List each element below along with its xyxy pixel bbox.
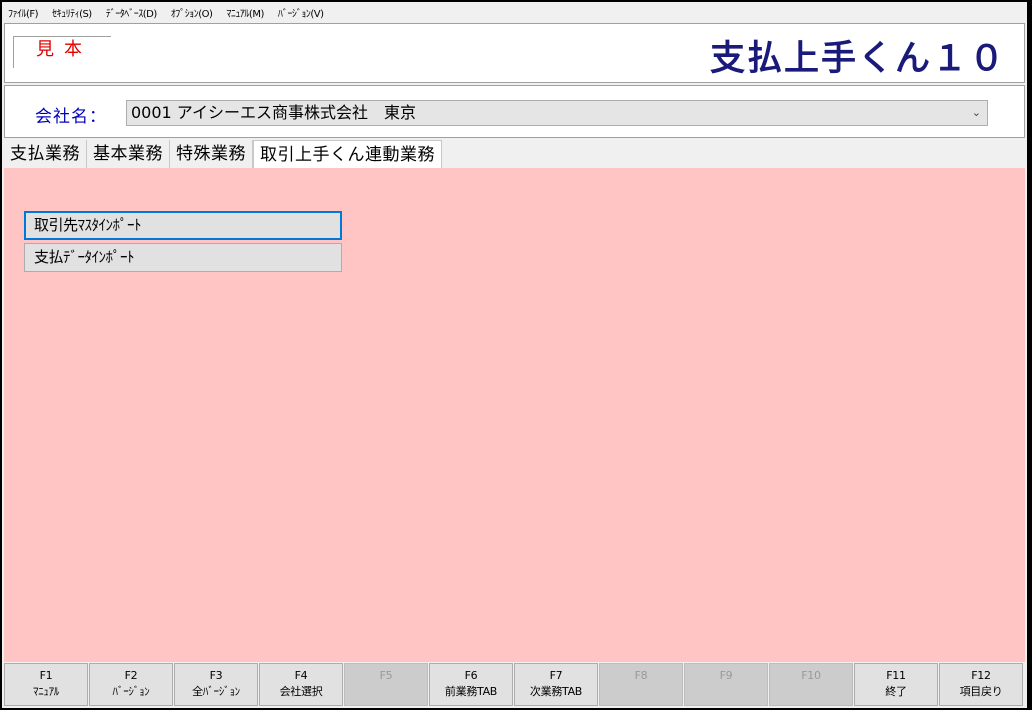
f6-key: F6 xyxy=(464,669,478,682)
tab-bar: 支払業務 基本業務 特殊業務 取引上手くん連動業務 xyxy=(4,140,442,168)
menu-file[interactable]: ﾌｧｲﾙ(F) xyxy=(8,5,39,20)
menu-manual[interactable]: ﾏﾆｭｱﾙ(M) xyxy=(226,5,264,20)
menu-options[interactable]: ｵﾌﾟｼｮﾝ(O) xyxy=(171,5,213,20)
menu-version[interactable]: ﾊﾞｰｼﾞｮﾝ(V) xyxy=(278,5,324,20)
f4-button[interactable]: F4 会社選択 xyxy=(259,663,343,706)
tab-content: 取引先ﾏｽﾀｲﾝﾎﾟｰﾄ 支払ﾃﾞｰﾀｲﾝﾎﾟｰﾄ xyxy=(4,168,1025,662)
f12-button[interactable]: F12 項目戻り xyxy=(939,663,1023,706)
f1-label: ﾏﾆｭｱﾙ xyxy=(33,685,59,698)
chevron-down-icon[interactable]: ⌄ xyxy=(972,101,981,125)
f9-key: F9 xyxy=(719,669,733,682)
f8-key: F8 xyxy=(634,669,648,682)
f7-label: 次業務TAB xyxy=(529,685,583,698)
company-select-value: 0001 アイシーエス商事株式会社 東京 xyxy=(131,103,417,122)
f7-button[interactable]: F7 次業務TAB xyxy=(514,663,598,706)
f7-key: F7 xyxy=(549,669,563,682)
f5-button[interactable]: F5 xyxy=(344,663,428,706)
f6-button[interactable]: F6 前業務TAB xyxy=(429,663,513,706)
supplier-master-import-button[interactable]: 取引先ﾏｽﾀｲﾝﾎﾟｰﾄ xyxy=(24,211,342,240)
app-window: ﾌｧｲﾙ(F) ｾｷｭﾘﾃｨ(S) ﾃﾞｰﾀﾍﾞｰｽ(D) ｵﾌﾟｼｮﾝ(O) … xyxy=(2,2,1027,708)
menu-database[interactable]: ﾃﾞｰﾀﾍﾞｰｽ(D) xyxy=(106,5,158,20)
f2-label: ﾊﾞｰｼﾞｮﾝ xyxy=(112,685,150,698)
f11-key: F11 xyxy=(886,669,906,682)
f1-button[interactable]: F1 ﾏﾆｭｱﾙ xyxy=(4,663,88,706)
f6-label: 前業務TAB xyxy=(444,685,498,698)
tab-linked-operations[interactable]: 取引上手くん連動業務 xyxy=(253,140,442,168)
sample-label: 見本 xyxy=(13,36,111,68)
function-key-bar: F1 ﾏﾆｭｱﾙ F2 ﾊﾞｰｼﾞｮﾝ F3 全ﾊﾞｰｼﾞｮﾝ F4 会社選択 F5 F… xyxy=(4,663,1025,706)
company-row: 会社名： 0001 アイシーエス商事株式会社 東京 ⌄ xyxy=(4,85,1025,138)
f4-key: F4 xyxy=(294,669,308,682)
f12-key: F12 xyxy=(971,669,991,682)
tab-special-operations[interactable]: 特殊業務 xyxy=(170,140,253,168)
tab-payment-operations[interactable]: 支払業務 xyxy=(4,140,87,168)
f2-button[interactable]: F2 ﾊﾞｰｼﾞｮﾝ xyxy=(89,663,173,706)
company-select[interactable]: 0001 アイシーエス商事株式会社 東京 ⌄ xyxy=(126,100,988,126)
f11-button[interactable]: F11 終了 xyxy=(854,663,938,706)
f5-key: F5 xyxy=(379,669,393,682)
f8-button[interactable]: F8 xyxy=(599,663,683,706)
f2-key: F2 xyxy=(124,669,138,682)
f9-button[interactable]: F9 xyxy=(684,663,768,706)
f12-label: 項目戻り xyxy=(959,685,1003,698)
f1-key: F1 xyxy=(39,669,53,682)
menu-bar: ﾌｧｲﾙ(F) ｾｷｭﾘﾃｨ(S) ﾃﾞｰﾀﾍﾞｰｽ(D) ｵﾌﾟｼｮﾝ(O) … xyxy=(2,2,1027,22)
f3-key: F3 xyxy=(209,669,223,682)
payment-data-import-button[interactable]: 支払ﾃﾞｰﾀｲﾝﾎﾟｰﾄ xyxy=(24,243,342,272)
f10-key: F10 xyxy=(801,669,821,682)
header-panel: 見本 支払上手くん１０ xyxy=(4,23,1025,83)
f3-label: 全ﾊﾞｰｼﾞｮﾝ xyxy=(192,685,240,698)
f11-label: 終了 xyxy=(885,685,907,698)
f4-label: 会社選択 xyxy=(279,685,323,698)
f3-button[interactable]: F3 全ﾊﾞｰｼﾞｮﾝ xyxy=(174,663,258,706)
f10-button[interactable]: F10 xyxy=(769,663,853,706)
tab-basic-operations[interactable]: 基本業務 xyxy=(87,140,170,168)
company-label: 会社名： xyxy=(35,107,107,127)
app-title: 支払上手くん１０ xyxy=(709,39,1006,79)
menu-security[interactable]: ｾｷｭﾘﾃｨ(S) xyxy=(52,5,92,20)
